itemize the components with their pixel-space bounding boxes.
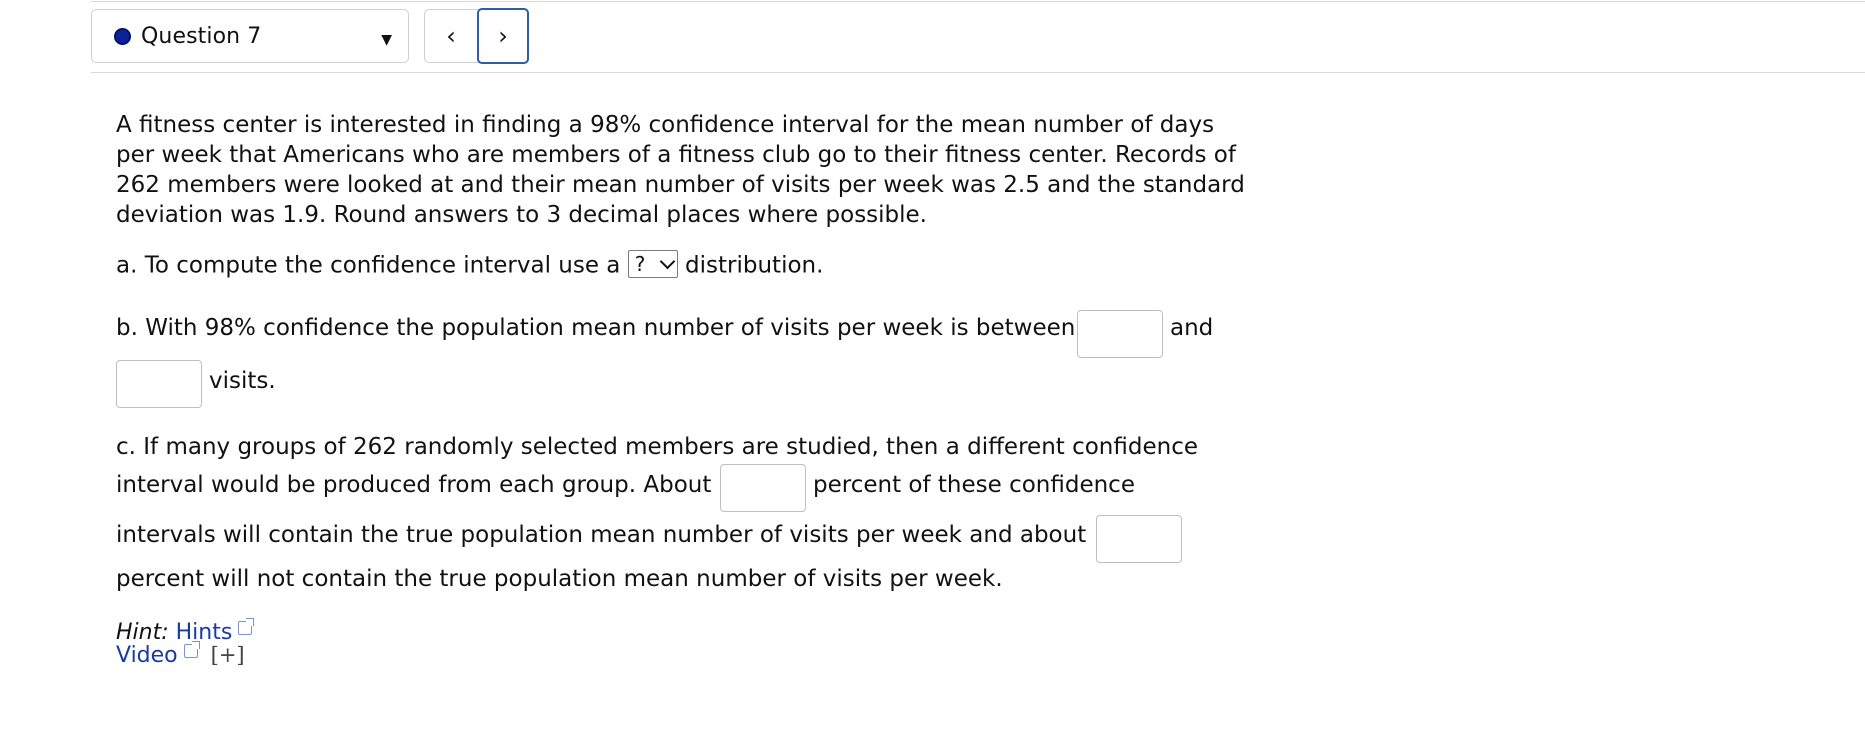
part-c-line2-after: percent of these confidence [813, 472, 1135, 498]
distribution-select-value: ? [634, 252, 646, 276]
caret-down-icon: ▼ [381, 32, 392, 48]
external-link-icon [238, 618, 255, 635]
question-line: per week that Americans who are members … [116, 142, 1236, 168]
part-c-line4: percent will not contain the true popula… [116, 566, 1003, 592]
part-b-after: visits. [209, 368, 276, 394]
top-divider [91, 1, 1865, 2]
chevron-down-icon [659, 253, 675, 270]
lower-bound-input[interactable] [1077, 310, 1163, 358]
hints-link[interactable]: Hints [176, 620, 233, 645]
part-c-line1: c. If many groups of 262 randomly select… [116, 434, 1198, 460]
part-a-text: a. To compute the confidence interval us… [116, 252, 621, 279]
upper-bound-input[interactable] [116, 360, 202, 408]
previous-question-button[interactable]: ‹ [425, 9, 477, 63]
part-a-text-after: distribution. [685, 252, 824, 279]
question-line: 262 members were looked at and their mea… [116, 172, 1245, 198]
hint-row: Hint: Hints [116, 618, 255, 645]
external-link-icon [183, 641, 200, 658]
question-nav: ‹ › [424, 8, 529, 64]
chevron-right-icon: › [498, 22, 508, 50]
question-selector[interactable]: Question 7 ▼ [91, 9, 409, 63]
part-c-line3: intervals will contain the true populati… [116, 522, 1087, 548]
question-text: A fitness center is interested in findin… [116, 110, 1256, 230]
part-c-line2: interval would be produced from each gro… [116, 472, 712, 498]
contain-percent-input[interactable] [720, 464, 806, 512]
hint-area: Hint: Hints Video [+] [116, 618, 255, 668]
part-b-line1: b. With 98% confidence the population me… [116, 315, 1075, 341]
video-link[interactable]: Video [116, 643, 178, 668]
expand-video-toggle[interactable]: [+] [211, 643, 245, 667]
video-row: Video [+] [116, 641, 252, 668]
not-contain-percent-input[interactable] [1096, 515, 1182, 563]
hint-prefix: Hint: [116, 620, 169, 645]
part-a: a. To compute the confidence interval us… [116, 250, 824, 280]
part-b-and: and [1170, 315, 1214, 341]
question-status-dot-icon [114, 27, 131, 45]
question-line: deviation was 1.9. Round answers to 3 de… [116, 202, 927, 228]
question-label: Question 7 [141, 23, 262, 49]
header-divider [91, 72, 1865, 73]
part-b-text: b. With 98% confidence the population me… [116, 315, 1076, 341]
next-question-button[interactable]: › [477, 8, 529, 64]
chevron-left-icon: ‹ [446, 22, 456, 50]
distribution-select[interactable]: ? [627, 250, 678, 278]
question-line: A fitness center is interested in findin… [116, 112, 1215, 138]
